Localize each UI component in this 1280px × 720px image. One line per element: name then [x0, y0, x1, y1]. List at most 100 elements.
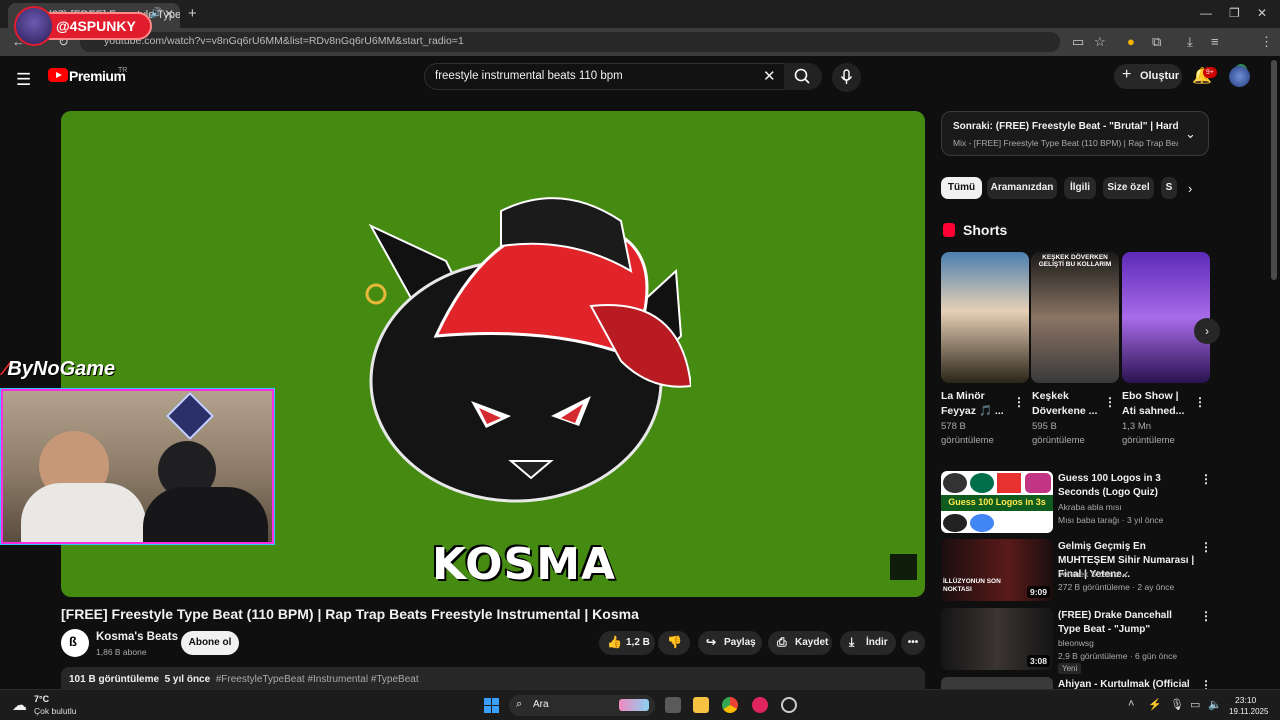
channel-name: Akraba abla mısı — [1058, 502, 1122, 512]
kebab-menu-icon[interactable]: ⋮ — [1260, 34, 1273, 50]
list-item[interactable]: 3:08 (FREE) Drake Dancehall Type Beat - … — [941, 608, 1212, 674]
new-tab-icon[interactable]: + — [188, 5, 197, 22]
video-thumbnail: Guess 100 Logos in 3s — [941, 471, 1053, 533]
clock-date[interactable]: 19.11.2025 — [1229, 707, 1268, 716]
speaker-icon[interactable]: 🔊 — [150, 8, 162, 19]
more-vertical-icon[interactable]: ⋮ — [1200, 678, 1209, 689]
cast-icon[interactable]: ▭ — [1072, 34, 1084, 50]
webcam-person-1-shirt — [21, 483, 146, 542]
hashtags[interactable]: #FreestyleTypeBeat #Instrumental #TypeBe… — [216, 674, 419, 685]
channel-avatar[interactable]: ß — [61, 629, 89, 657]
chip-for-you[interactable]: Size özel — [1103, 177, 1154, 199]
close-tab-icon[interactable]: ✕ — [164, 7, 174, 21]
tray-display-icon[interactable]: ▭ — [1190, 698, 1200, 711]
like-button[interactable]: 👍 1,2 B — [599, 631, 655, 655]
file-explorer-icon[interactable] — [693, 697, 709, 713]
hamburger-menu-icon[interactable]: ☰ — [16, 70, 31, 90]
shorts-next-button[interactable]: › — [1194, 318, 1220, 344]
weather-cloud-icon[interactable]: ☁ — [12, 696, 27, 714]
app-icon[interactable] — [781, 697, 797, 713]
streamer-handle: @4SPUNKY — [56, 18, 136, 34]
minimize-icon[interactable]: — — [1200, 6, 1212, 20]
tray-volume-icon[interactable]: 🔈 — [1208, 698, 1222, 711]
chip-related[interactable]: İlgili — [1064, 177, 1096, 199]
maximize-icon[interactable]: ❐ — [1229, 6, 1240, 20]
voice-search-button[interactable] — [832, 63, 861, 92]
extensions-icon[interactable]: ⧉ — [1152, 34, 1161, 50]
subscribe-button[interactable]: Abone ol — [181, 631, 239, 655]
channel-name: Yetenek Sizsiniz ✔ — [1058, 569, 1129, 580]
video-thumbnail: İLLÜZYONUN SON NOKTASI 9:09 — [941, 539, 1053, 601]
short-thumbnail[interactable]: KEŞKEK DÖVERKEN GELİŞTİ BU KOLLARIM — [1031, 252, 1119, 383]
bookmark-icon: ⎙ — [777, 635, 787, 649]
duration-badge: 3:08 — [1026, 655, 1050, 667]
clock-time[interactable]: 23:10 — [1235, 695, 1256, 705]
list-item[interactable]: Ahiyan - Kurtulmak (Official ⋮ — [941, 677, 1209, 689]
bookmark-star-icon[interactable]: ☆ — [1094, 34, 1106, 50]
short-thumbnail[interactable] — [1122, 252, 1210, 383]
video-title: Guess 100 Logos in 3 Seconds (Logo Quiz) — [1058, 473, 1161, 498]
short-views-count: 595 B — [1032, 421, 1057, 432]
tray-mic-icon[interactable]: 🎙 — [1170, 698, 1184, 711]
channel-watermark-thumbnail[interactable] — [890, 554, 917, 580]
list-item[interactable]: Guess 100 Logos in 3s Guess 100 Logos in… — [941, 471, 1212, 533]
share-button[interactable]: ↪ Paylaş — [698, 631, 762, 655]
weather-temperature[interactable]: 7°C — [34, 694, 49, 704]
dislike-button[interactable]: 👎 — [658, 631, 690, 655]
clear-search-icon[interactable]: ✕ — [763, 67, 776, 85]
account-avatar[interactable] — [1229, 66, 1250, 87]
tray-network-icon[interactable]: ⚡ — [1148, 698, 1162, 711]
logo-tile-icon — [943, 473, 967, 493]
more-vertical-icon[interactable]: ⋮ — [1013, 395, 1025, 409]
short-views-count: 578 B — [941, 421, 966, 432]
extension-color-icon[interactable]: ● — [1127, 34, 1135, 49]
chip-from-search[interactable]: Aramanızdan — [987, 177, 1057, 199]
close-window-icon[interactable]: ✕ — [1257, 6, 1267, 20]
weather-description[interactable]: Çok bulutlu — [34, 706, 77, 716]
search-input[interactable]: freestyle instrumental beats 110 bpm — [424, 63, 788, 90]
search-value: freestyle instrumental beats 110 bpm — [435, 70, 623, 82]
task-view-icon[interactable] — [665, 697, 681, 713]
tray-chevron-icon[interactable]: ˄ — [1128, 698, 1134, 710]
url-bar[interactable]: youtube.com/watch?v=v8nGq6rU6MM&list=RDv… — [80, 32, 1060, 52]
chevron-right-icon[interactable]: › — [1188, 181, 1192, 196]
more-vertical-icon[interactable]: ⋮ — [1104, 395, 1116, 409]
short-title[interactable]: Keşkek Döverkene ... — [1032, 389, 1097, 419]
search-button[interactable] — [784, 63, 822, 90]
more-actions-button[interactable]: ••• — [901, 631, 925, 655]
download-icon[interactable]: ⤓ — [1187, 34, 1193, 50]
chevron-down-icon[interactable]: ⌄ — [1185, 126, 1196, 142]
more-vertical-icon[interactable]: ⋮ — [1200, 609, 1212, 623]
youtube-logo-icon[interactable] — [48, 68, 68, 82]
webcam-person-2-shirt — [143, 487, 268, 542]
more-vertical-icon[interactable]: ⋮ — [1200, 472, 1212, 486]
short-title[interactable]: La Minör Feyyaz 🎵 ... — [941, 389, 1004, 419]
short-title[interactable]: Ebo Show | Ati sahned... — [1122, 389, 1184, 419]
download-button[interactable]: ⤓ İndir — [840, 631, 896, 655]
playlist-icon[interactable]: ≡ — [1211, 34, 1219, 49]
webcam-emblem-icon — [165, 391, 215, 441]
region-code: TR — [118, 67, 128, 74]
chip-all[interactable]: Tümü — [941, 177, 982, 199]
taskbar-search[interactable]: ⌕ Ara — [509, 695, 655, 716]
short-title-line: Ebo Show | — [1122, 390, 1179, 402]
notification-count-badge: 9+ — [1203, 67, 1217, 78]
save-button[interactable]: ⎙ Kaydet — [768, 631, 832, 655]
create-button[interactable]: + Oluştur — [1114, 64, 1182, 89]
music-app-icon[interactable] — [752, 697, 768, 713]
start-windows-icon[interactable] — [484, 698, 499, 713]
youtube-brand[interactable]: Premium — [69, 68, 126, 84]
short-thumbnail[interactable] — [941, 252, 1029, 383]
channel-name[interactable]: Kosma's Beats — [96, 631, 178, 643]
chip-partial[interactable]: S — [1161, 177, 1177, 199]
black-cat-logo-artwork — [365, 197, 691, 503]
more-vertical-icon[interactable]: ⋮ — [1200, 540, 1212, 554]
short-views-count: 1,3 Mn — [1122, 421, 1152, 432]
chrome-icon[interactable] — [722, 697, 738, 713]
short-views: 1,3 Mn görüntüleme — [1122, 420, 1175, 448]
more-vertical-icon[interactable]: ⋮ — [1194, 395, 1206, 409]
list-item[interactable]: İLLÜZYONUN SON NOKTASI 9:09 Gelmiş Geçmi… — [941, 539, 1212, 601]
description-box[interactable]: 101 B görüntüleme 5 yıl önce #FreestyleT… — [61, 667, 925, 689]
page-scrollbar[interactable] — [1271, 60, 1277, 280]
up-next-card[interactable]: Sonraki: (FREE) Freestyle Beat - "Brutal… — [941, 111, 1209, 156]
